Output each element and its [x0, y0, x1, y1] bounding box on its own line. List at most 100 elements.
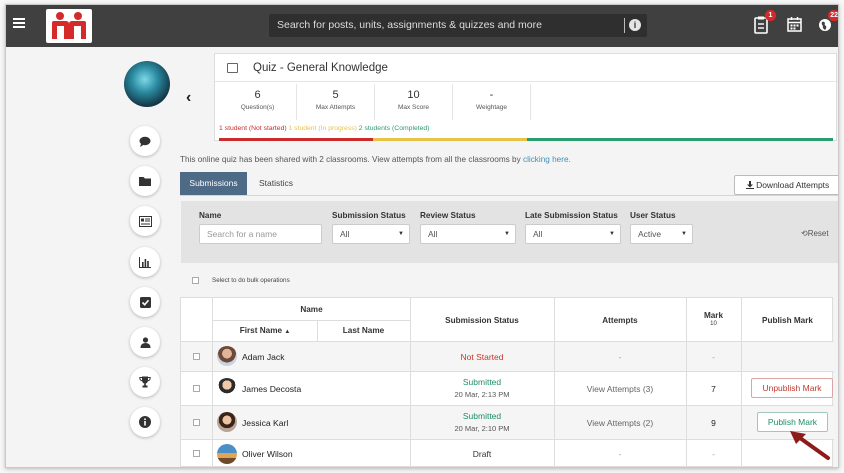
sidebar-assignments-button[interactable]: [130, 206, 160, 236]
col-divider: [410, 298, 411, 467]
completed-count[interactable]: 2 students (Completed): [359, 125, 430, 132]
app-logo[interactable]: [46, 9, 92, 43]
checkbox-icon: [139, 296, 151, 308]
late-submission-select[interactable]: All ▼: [525, 224, 621, 244]
notifications-icon[interactable]: 1: [754, 10, 776, 34]
annotation-arrow-icon: [790, 431, 830, 460]
attempts-header: Attempts: [602, 316, 638, 325]
sidebar-reports-button[interactable]: [130, 247, 160, 277]
tab-submissions[interactable]: Submissions: [180, 172, 247, 195]
submission-status-select[interactable]: All ▼: [332, 224, 410, 244]
first-name-header[interactable]: First Name ▲: [213, 326, 317, 335]
name-search-input[interactable]: Search for a name: [199, 224, 322, 244]
info-icon[interactable]: i: [629, 19, 641, 31]
review-status-label: Review Status: [420, 211, 476, 220]
mark-cell: -: [712, 449, 715, 459]
name-header: Name: [300, 305, 323, 314]
submission-status: Submitted: [462, 411, 502, 421]
review-status-select[interactable]: All ▼: [420, 224, 516, 244]
shared-note: This online quiz has been shared with 2 …: [180, 155, 571, 164]
calendar-icon[interactable]: [787, 16, 803, 34]
progress-summary: 1 student (Not started) 1 student (In pr…: [219, 125, 429, 132]
sidebar-achievements-button[interactable]: [130, 367, 160, 397]
app-window: Search for posts, units, assignments & q…: [5, 4, 839, 468]
progress-bar-completed: [527, 138, 833, 141]
table-row: Jessica Karl Submitted 20 Mar, 2:10 PM V…: [181, 406, 834, 439]
sidebar-units-button[interactable]: [130, 166, 160, 196]
student-name[interactable]: James Decosta: [242, 384, 301, 394]
menu-icon[interactable]: [13, 18, 25, 28]
submission-status: Not Started: [460, 352, 504, 362]
sidebar-quizzes-button[interactable]: [130, 287, 160, 317]
student-name[interactable]: Jessica Karl: [242, 418, 288, 428]
in-progress-count[interactable]: 1 student (In progress): [289, 125, 357, 132]
view-attempts-link[interactable]: View Attempts (2): [554, 418, 686, 428]
publish-mark-header: Publish Mark: [762, 316, 813, 325]
header-divider: [213, 320, 410, 321]
globe-icon[interactable]: 22: [818, 10, 838, 34]
caret-down-icon: ▼: [398, 231, 404, 237]
filters-panel: Name Search for a name Submission Status…: [181, 201, 838, 263]
search-separator: [624, 18, 625, 33]
name-filter-label: Name: [199, 211, 222, 220]
stat-label: Weightage: [476, 104, 507, 111]
stat-label: Max Attempts: [315, 104, 356, 111]
caret-down-icon: ▼: [609, 231, 615, 237]
avatar: [217, 378, 237, 398]
bulk-select-checkbox[interactable]: [192, 277, 199, 284]
unpublish-mark-button[interactable]: Unpublish Mark: [751, 378, 833, 398]
quiz-title-text: Quiz - General Knowledge: [253, 62, 388, 74]
submissions-table: Name First Name ▲ Last Name Submission S…: [180, 297, 834, 467]
stat-label: Question(s): [240, 104, 275, 111]
avatar: [217, 412, 237, 432]
col-divider: [554, 298, 555, 467]
row-checkbox[interactable]: [193, 385, 200, 392]
top-bar: Search for posts, units, assignments & q…: [6, 5, 838, 47]
first-name-header-text: First Name: [239, 326, 283, 335]
stat-max-score: 10 Max Score: [375, 84, 453, 120]
submission-date: 20 Mar, 2:13 PM: [454, 390, 510, 399]
info-circle-icon: [139, 416, 151, 428]
chat-icon: [139, 136, 151, 147]
mark-header: Mark 10: [686, 311, 741, 327]
mark-cell: 7: [711, 384, 716, 394]
folder-icon: [139, 177, 151, 186]
quiz-summary-card: Quiz - General Knowledge 6 Question(s) 5…: [214, 53, 838, 141]
user-status-label: User Status: [630, 211, 676, 220]
submission-status-label: Submission Status: [332, 211, 406, 220]
stat-value: 6: [254, 89, 261, 101]
table-row: Oliver Wilson Draft - -: [181, 440, 834, 467]
attempts-cell: -: [618, 449, 622, 459]
stat-label: Max Score: [397, 104, 430, 111]
row-checkbox[interactable]: [193, 419, 200, 426]
user-icon: [140, 336, 150, 348]
sidebar-posts-button[interactable]: [130, 126, 160, 156]
stat-value: 5: [332, 89, 339, 101]
caret-down-icon: ▼: [681, 231, 687, 237]
mark-max: 10: [710, 321, 717, 327]
student-name[interactable]: Oliver Wilson: [242, 449, 293, 459]
clicking-here-link[interactable]: clicking here.: [523, 155, 571, 164]
back-chevron-icon[interactable]: ‹: [186, 90, 196, 106]
sidebar-members-button[interactable]: [130, 327, 160, 357]
download-attempts-button[interactable]: Download Attempts: [734, 175, 838, 195]
row-checkbox[interactable]: [193, 353, 200, 360]
student-name[interactable]: Adam Jack: [242, 352, 285, 362]
last-name-header[interactable]: Last Name: [317, 326, 410, 335]
submission-status-value: All: [340, 229, 350, 239]
classroom-avatar[interactable]: [124, 61, 170, 107]
user-status-select[interactable]: Active ▼: [630, 224, 693, 244]
stat-value: 10: [407, 89, 420, 101]
global-search-input[interactable]: Search for posts, units, assignments & q…: [269, 14, 647, 37]
view-attempts-link[interactable]: View Attempts (3): [554, 384, 686, 394]
sidebar-info-button[interactable]: [130, 407, 160, 437]
reset-label: Reset: [807, 229, 829, 238]
tab-statistics[interactable]: Statistics: [247, 172, 305, 195]
quiz-title: Quiz - General Knowledge: [215, 54, 838, 82]
not-started-count[interactable]: 1 student (Not started): [219, 125, 287, 132]
stat-max-attempts: 5 Max Attempts: [297, 84, 375, 120]
reset-filters-button[interactable]: ⟲Reset: [801, 229, 829, 238]
submission-status-header: Submission Status: [445, 316, 519, 325]
row-checkbox[interactable]: [193, 450, 200, 457]
profile-badge: 22: [828, 10, 838, 21]
